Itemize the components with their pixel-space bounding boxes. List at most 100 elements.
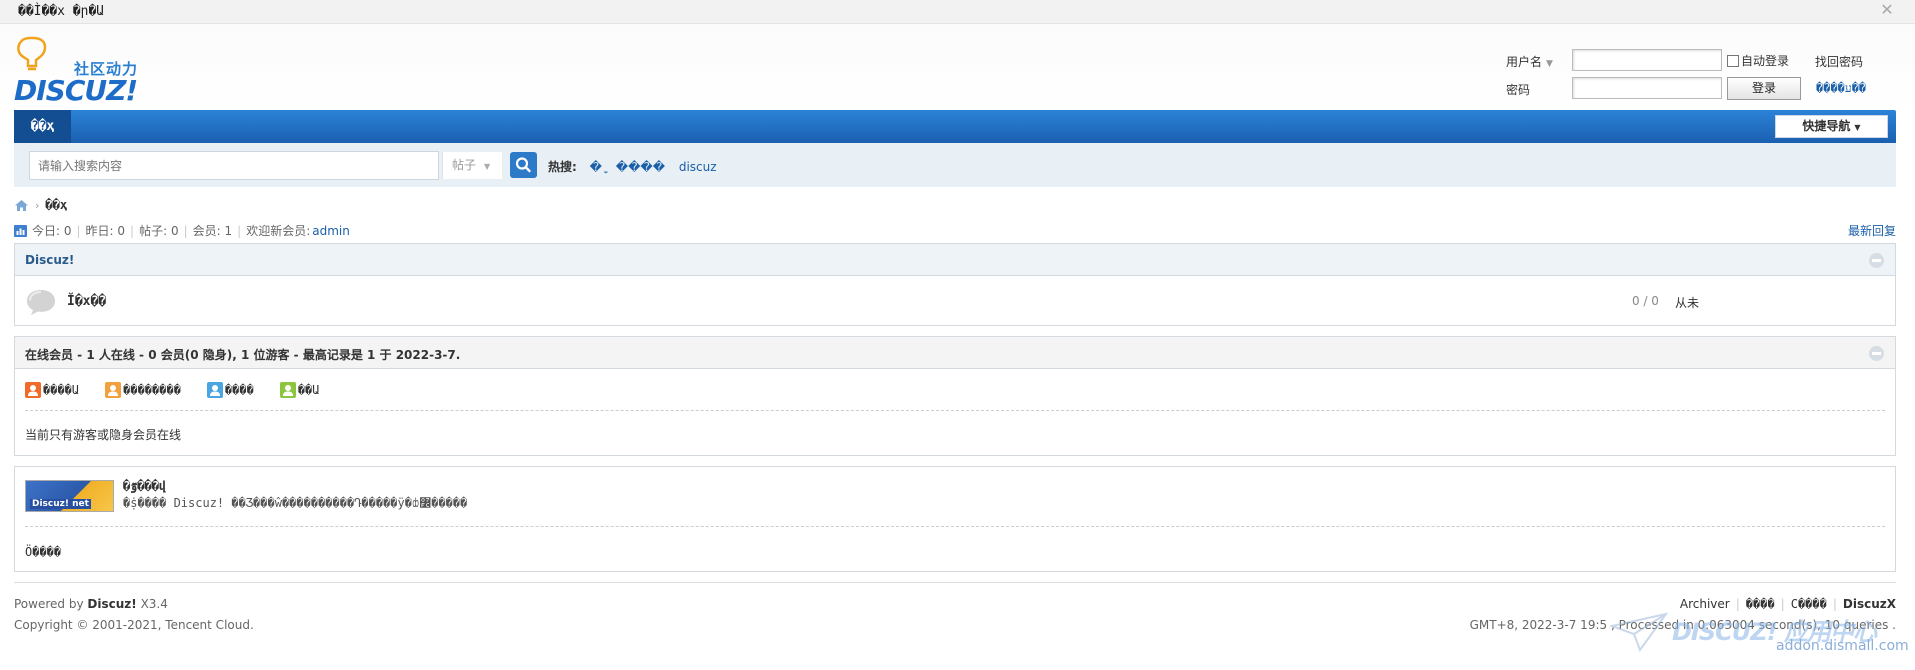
breadcrumb-current: ��ҳ (45, 198, 68, 212)
divider: | (1780, 597, 1785, 611)
username-field[interactable] (1572, 49, 1722, 71)
online-header: 在线会员 - 1 人在线 - 0 会员(0 隐身), 1 位游客 - 最高记录是… (15, 337, 1895, 369)
powered-by: Powered by Discuz! X3.4 (14, 597, 168, 611)
legend-item: ���� (206, 382, 254, 398)
category-title[interactable]: Discuz! (25, 253, 74, 267)
lightbulb-logo-icon (17, 36, 47, 71)
legend-label: ���� (224, 383, 254, 397)
login-form: 用户名 ▼ 密码 自动登录 找回密码 登录 ����ע�� (1500, 48, 1905, 106)
copyright: Copyright © 2001-2021, Tencent Cloud. (14, 618, 254, 632)
friendly-links: Discuz! net �ٷ���վ �ṩ���� Discuz! ��Ʒ���… (14, 466, 1896, 572)
forum-category: Discuz! Ĭ�x�� 0 / 0 从未 (14, 243, 1896, 326)
divider: | (1735, 597, 1740, 611)
chevron-down-icon: ▼ (484, 162, 491, 171)
speech-bubble-icon (27, 290, 55, 315)
window-titlebar: ��Ì��x �ր�Ա ✕ (0, 0, 1915, 24)
legend-label: ��Ա (297, 383, 320, 397)
online-note: 当前只有游客或隐身会员在线 (25, 428, 182, 442)
search-scope-select[interactable]: 帖子 ▼ (442, 152, 502, 179)
auto-login-checkbox[interactable]: 自动登录 (1727, 52, 1789, 69)
category-header: Discuz! (15, 244, 1895, 276)
legend-item: ��Ա (279, 382, 320, 398)
quick-nav-button[interactable]: 快捷导航 ▼ (1775, 115, 1888, 138)
search-input[interactable] (30, 152, 442, 179)
legend-label: ����Ա (43, 383, 80, 397)
user-icon (206, 382, 223, 398)
powered-brand-link[interactable]: Discuz! (87, 597, 136, 611)
user-group-legend: ����Ա �������� ���� ��Ա (25, 382, 346, 398)
nav-tab-home[interactable]: ��ҳ (14, 110, 71, 143)
checkbox-icon[interactable] (1727, 54, 1739, 67)
search-button[interactable] (510, 152, 537, 178)
site-header: 社区动力 DISCUZ! 用户名 ▼ 密码 自动登录 找回密码 登录 ����ע�… (0, 24, 1915, 110)
site-logo[interactable]: 社区动力 DISCUZ! (14, 36, 154, 107)
footer-link-archiver[interactable]: Archiver (1680, 597, 1730, 611)
forum-row: Ĭ�x�� 0 / 0 从未 (15, 276, 1895, 325)
divider: | (237, 223, 242, 238)
stat-yesterday: 昨日: 0 (85, 224, 126, 238)
chevron-down-icon: ▼ (1546, 59, 1553, 69)
user-icon (105, 382, 122, 398)
footer-link[interactable]: C���� (1791, 597, 1827, 611)
stat-today: 今日: 0 (32, 224, 72, 238)
window-title: ��Ì��x �ր�Ա (18, 4, 105, 19)
logo-wordmark: DISCUZ! (14, 74, 138, 107)
divider: | (183, 223, 188, 238)
watermark: DISCUZ! 应用中心 addon.dismall.com (1610, 604, 1909, 664)
legend-label: �������� (123, 383, 181, 397)
link-title[interactable]: �ٷ���վ (123, 479, 166, 493)
discuz-net-banner[interactable]: Discuz! net (25, 480, 114, 512)
forum-thread-post-count: 0 / 0 (1632, 294, 1659, 308)
caret-down-icon: ▼ (1854, 123, 1861, 132)
username-label[interactable]: 用户名 ▼ (1506, 53, 1553, 70)
online-title[interactable]: 在线会员 - 1 人在线 - 0 会员(0 隐身), 1 位游客 - 最高记录是… (25, 346, 460, 363)
collapse-icon[interactable] (1869, 253, 1884, 268)
hot-searches: 热搜: �ָ ���� discuz (548, 158, 722, 175)
legend-item: �������� (105, 382, 181, 398)
banner-label: Discuz! net (30, 499, 91, 509)
forgot-password-link[interactable]: 找回密码 (1815, 53, 1863, 70)
forum-stats: 今日: 0 | 昨日: 0 | 帖子: 0 | 会员: 1 | 欢迎新会员: a… (14, 222, 350, 239)
divider: | (1832, 597, 1837, 611)
footer-brand-link[interactable]: DiscuzX (1843, 597, 1896, 611)
user-icon (279, 382, 296, 398)
register-link[interactable]: ����ע�� (1816, 81, 1866, 96)
powered-prefix: Powered by (14, 597, 84, 611)
footer-divider (14, 582, 1896, 583)
stat-members: 会员: 1 (192, 224, 233, 238)
hot-search-item[interactable]: discuz (679, 160, 717, 174)
auto-login-label: 自动登录 (1741, 54, 1790, 68)
close-icon[interactable]: ✕ (1879, 2, 1895, 18)
breadcrumb: › ��ҳ (14, 197, 67, 213)
home-icon[interactable] (14, 199, 29, 212)
latest-replies-link[interactable]: 最新回复 (1848, 222, 1896, 239)
footer-links: Archiver | ���� | C���� | DiscuzX (1680, 597, 1896, 611)
hot-searches-label: 热搜: (548, 160, 577, 174)
welcome-text: 欢迎新会员: (246, 224, 311, 238)
divider: | (76, 223, 81, 238)
divider: | (130, 223, 135, 238)
divider (25, 526, 1885, 527)
forum-name-link[interactable]: Ĭ�x�� (67, 294, 106, 309)
password-field[interactable] (1572, 77, 1722, 99)
login-button[interactable]: 登录 (1727, 77, 1801, 100)
password-label: 密码 (1506, 83, 1531, 97)
watermark-url: addon.dismall.com (1776, 638, 1909, 654)
link-description: �ṩ���� Discuz! ��Ʒ���ŵ����������Դ�����ÿ�… (123, 496, 468, 510)
powered-version: X3.4 (140, 597, 168, 611)
legend-item: ����Ա (25, 382, 79, 398)
newest-member-link[interactable]: admin (312, 224, 350, 238)
breadcrumb-separator: › (35, 198, 40, 212)
divider (25, 410, 1885, 411)
chart-icon (14, 224, 27, 237)
hot-search-item[interactable]: ���� (616, 160, 665, 174)
text-link[interactable]: Ö���� (25, 545, 61, 559)
collapse-icon[interactable] (1869, 346, 1884, 361)
search-bar: 帖子▼ 热搜: �ָ ���� discuz (14, 143, 1896, 187)
hot-search-item[interactable]: �ָ (590, 160, 602, 174)
stat-posts: 帖子: 0 (139, 224, 179, 238)
processing-time: GMT+8, 2022-3-7 19:5 , Processed in 0.06… (1469, 618, 1896, 632)
search-icon (515, 157, 531, 173)
search-box: 帖子▼ (29, 151, 502, 180)
footer-link[interactable]: ���� (1746, 597, 1775, 611)
